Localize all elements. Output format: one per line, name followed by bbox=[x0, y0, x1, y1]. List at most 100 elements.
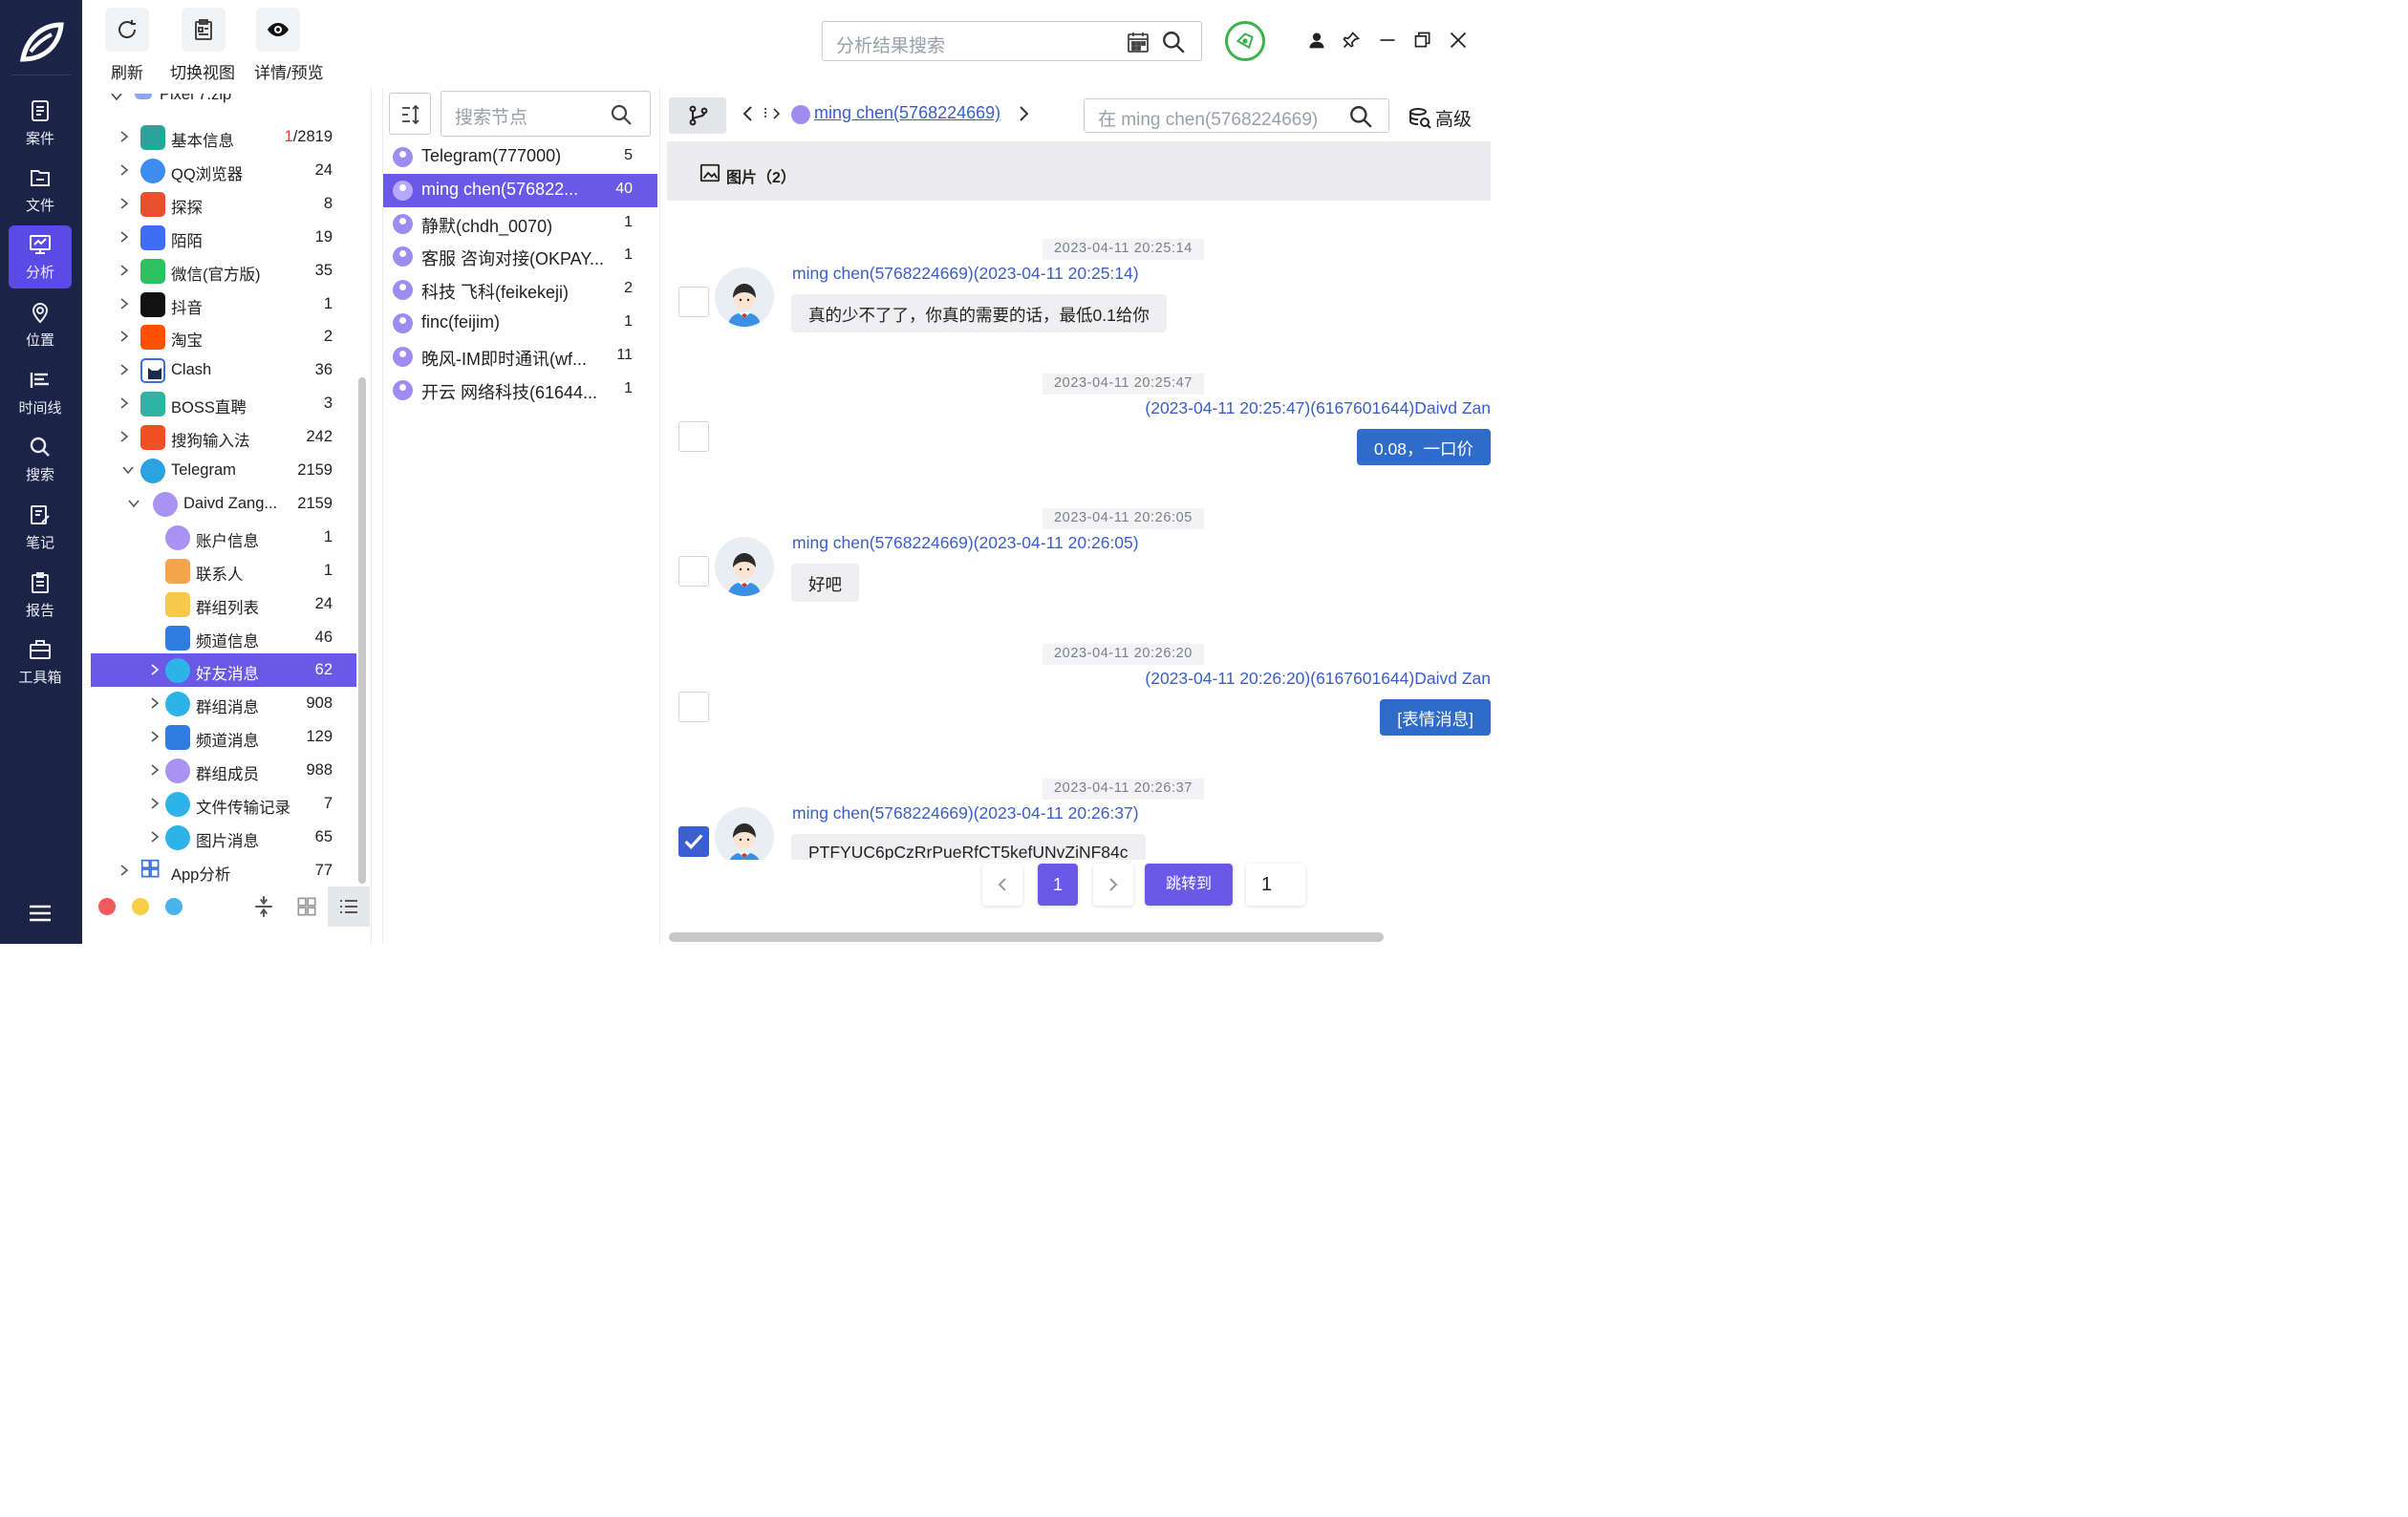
calendar-icon[interactable] bbox=[1127, 31, 1150, 53]
sort-button[interactable] bbox=[389, 93, 431, 135]
tree-item-channel[interactable]: 频道信息 46 bbox=[91, 621, 356, 654]
nav-item-file[interactable]: 文件 bbox=[9, 159, 72, 222]
tree-scrollbar[interactable] bbox=[358, 377, 366, 884]
node-list-item[interactable]: finc(feijim) 1 bbox=[383, 307, 657, 340]
node-list-item[interactable]: Telegram(777000) 5 bbox=[383, 140, 657, 174]
node-list-item[interactable]: 晚风-IM即时通讯(wf... 11 bbox=[383, 340, 657, 374]
chevron-right-icon[interactable] bbox=[118, 297, 131, 310]
message-checkbox[interactable] bbox=[678, 691, 709, 722]
chevron-right-icon[interactable] bbox=[118, 264, 131, 277]
tree-item-qq[interactable]: QQ浏览器 24 bbox=[91, 154, 356, 187]
tree-item-groups[interactable]: 群组列表 24 bbox=[91, 588, 356, 621]
chevron-right-icon[interactable] bbox=[118, 163, 131, 177]
chevron-right-icon[interactable] bbox=[118, 430, 131, 443]
tree-item-account[interactable]: 账户信息 1 bbox=[91, 521, 356, 554]
search-icon[interactable] bbox=[610, 103, 633, 126]
grid-view-icon[interactable] bbox=[294, 894, 319, 919]
tree-item-momo[interactable]: 陌陌 19 bbox=[91, 221, 356, 254]
node-list-item[interactable]: 开云 网络科技(61644... 1 bbox=[383, 374, 657, 407]
minimize-icon[interactable] bbox=[1378, 31, 1397, 50]
jump-to-button[interactable]: 跳转到 bbox=[1145, 864, 1233, 906]
message-checkbox[interactable] bbox=[678, 287, 709, 317]
breadcrumb-contact-link[interactable]: ming chen(5768224669) bbox=[814, 103, 1000, 123]
chevron-right-icon[interactable] bbox=[118, 230, 131, 244]
tree-item-app-analysis[interactable]: App分析 77 bbox=[91, 854, 356, 887]
hamburger-menu-icon[interactable] bbox=[29, 904, 52, 923]
nav-item-case[interactable]: 案件 bbox=[9, 92, 72, 155]
tree-item-group-member[interactable]: 群组成员 988 bbox=[91, 754, 356, 787]
chat-horizontal-scrollbar[interactable] bbox=[669, 932, 1384, 942]
nav-item-analysis[interactable]: 分析 bbox=[9, 225, 72, 288]
node-list-item[interactable]: ming chen(576822... 40 bbox=[383, 173, 657, 207]
tree-item-group-msg[interactable]: 群组消息 908 bbox=[91, 687, 356, 720]
nav-item-search[interactable]: 搜索 bbox=[9, 428, 72, 491]
tree-item-user[interactable]: Daivd Zang... 2159 bbox=[91, 487, 356, 521]
tree-item-contacts[interactable]: 联系人 1 bbox=[91, 554, 356, 588]
search-icon[interactable] bbox=[1161, 30, 1186, 54]
chevron-right-icon[interactable] bbox=[148, 696, 161, 710]
message-checkbox[interactable] bbox=[678, 825, 709, 857]
tree-item-telegram[interactable]: Telegram 2159 bbox=[91, 454, 356, 487]
chevron-down-icon[interactable] bbox=[121, 463, 135, 477]
chevron-left-icon[interactable] bbox=[742, 105, 755, 122]
chevron-right-icon[interactable] bbox=[148, 830, 161, 844]
nav-item-report[interactable]: 报告 bbox=[9, 564, 72, 627]
tree-item-wechat[interactable]: 微信(官方版) 35 bbox=[91, 254, 356, 288]
nav-item-timeline[interactable]: 时间线 bbox=[9, 361, 72, 424]
collapse-all-icon[interactable] bbox=[251, 894, 276, 919]
switch-view-button[interactable]: 切换视图 bbox=[170, 8, 235, 83]
tree-item-clash[interactable]: Clash 36 bbox=[91, 353, 356, 387]
user-icon[interactable] bbox=[1307, 31, 1326, 50]
list-view-button[interactable] bbox=[328, 887, 370, 927]
chevron-right-icon[interactable] bbox=[118, 130, 131, 143]
chevron-right-icon[interactable] bbox=[148, 763, 161, 777]
chevron-right-icon[interactable] bbox=[118, 396, 131, 410]
analysis-search-input[interactable]: 分析结果搜索 bbox=[822, 21, 1202, 61]
pin-icon[interactable] bbox=[1342, 31, 1361, 50]
chevron-right-icon[interactable] bbox=[1017, 105, 1030, 122]
node-list-item[interactable]: 静默(chdh_0070) 1 bbox=[383, 207, 657, 241]
chevron-right-icon[interactable] bbox=[148, 663, 161, 676]
chat-search-input[interactable]: 在 ming chen(5768224669) bbox=[1084, 98, 1389, 133]
blue-tag-filter[interactable] bbox=[165, 898, 183, 915]
tree-item-basic[interactable]: 基本信息 1/2819 bbox=[91, 120, 356, 154]
close-icon[interactable] bbox=[1449, 31, 1468, 50]
breadcrumb-ellipsis-icon[interactable] bbox=[761, 105, 784, 122]
tree-root[interactable]: Pixel 7.zip bbox=[91, 94, 356, 105]
node-search-input[interactable]: 搜索节点 bbox=[441, 91, 651, 137]
tree-item-douyin[interactable]: 抖音 1 bbox=[91, 288, 356, 321]
branch-view-button[interactable] bbox=[669, 97, 726, 134]
tree-item-taobao[interactable]: 淘宝 2 bbox=[91, 320, 356, 353]
tree-item-friend-msg[interactable]: 好友消息 62 bbox=[91, 653, 356, 688]
chevron-down-icon[interactable] bbox=[127, 497, 140, 510]
tree-item-sogou[interactable]: 搜狗输入法 242 bbox=[91, 420, 356, 454]
yellow-tag-filter[interactable] bbox=[132, 898, 149, 915]
tree-item-image-msg[interactable]: 图片消息 65 bbox=[91, 821, 356, 854]
node-list-item[interactable]: 客服 咨询对接(OKPAY... 1 bbox=[383, 240, 657, 273]
page-number-button[interactable]: 1 bbox=[1038, 864, 1078, 906]
jump-page-input[interactable]: 1 bbox=[1246, 864, 1305, 906]
chevron-right-icon[interactable] bbox=[148, 797, 161, 810]
tree-item-file-transfer[interactable]: 文件传输记录 7 bbox=[91, 787, 356, 821]
next-page-button[interactable] bbox=[1093, 864, 1133, 906]
chevron-right-icon[interactable] bbox=[118, 864, 131, 877]
tree-item-tantan[interactable]: 探探 8 bbox=[91, 187, 356, 221]
refresh-button[interactable]: 刷新 bbox=[105, 8, 149, 83]
chevron-right-icon[interactable] bbox=[118, 197, 131, 210]
tree-item-channel-msg[interactable]: 频道消息 129 bbox=[91, 720, 356, 754]
prev-page-button[interactable] bbox=[982, 864, 1022, 906]
tree-item-boss[interactable]: BOSS直聘 3 bbox=[91, 387, 356, 420]
chevron-right-icon[interactable] bbox=[118, 363, 131, 376]
chevron-right-icon[interactable] bbox=[148, 730, 161, 743]
nav-item-notes[interactable]: 笔记 bbox=[9, 496, 72, 559]
nav-item-toolbox[interactable]: 工具箱 bbox=[9, 630, 72, 694]
detail-preview-button[interactable]: 详情/预览 bbox=[254, 8, 324, 83]
message-checkbox[interactable] bbox=[678, 421, 709, 453]
security-status-button[interactable] bbox=[1225, 21, 1265, 61]
node-list-item[interactable]: 科技 飞科(feikekeji) 2 bbox=[383, 273, 657, 307]
red-tag-filter[interactable] bbox=[98, 898, 116, 915]
nav-item-location[interactable]: 位置 bbox=[9, 293, 72, 356]
restore-icon[interactable] bbox=[1413, 31, 1432, 50]
search-icon[interactable] bbox=[1348, 104, 1373, 129]
message-checkbox[interactable] bbox=[678, 556, 709, 588]
